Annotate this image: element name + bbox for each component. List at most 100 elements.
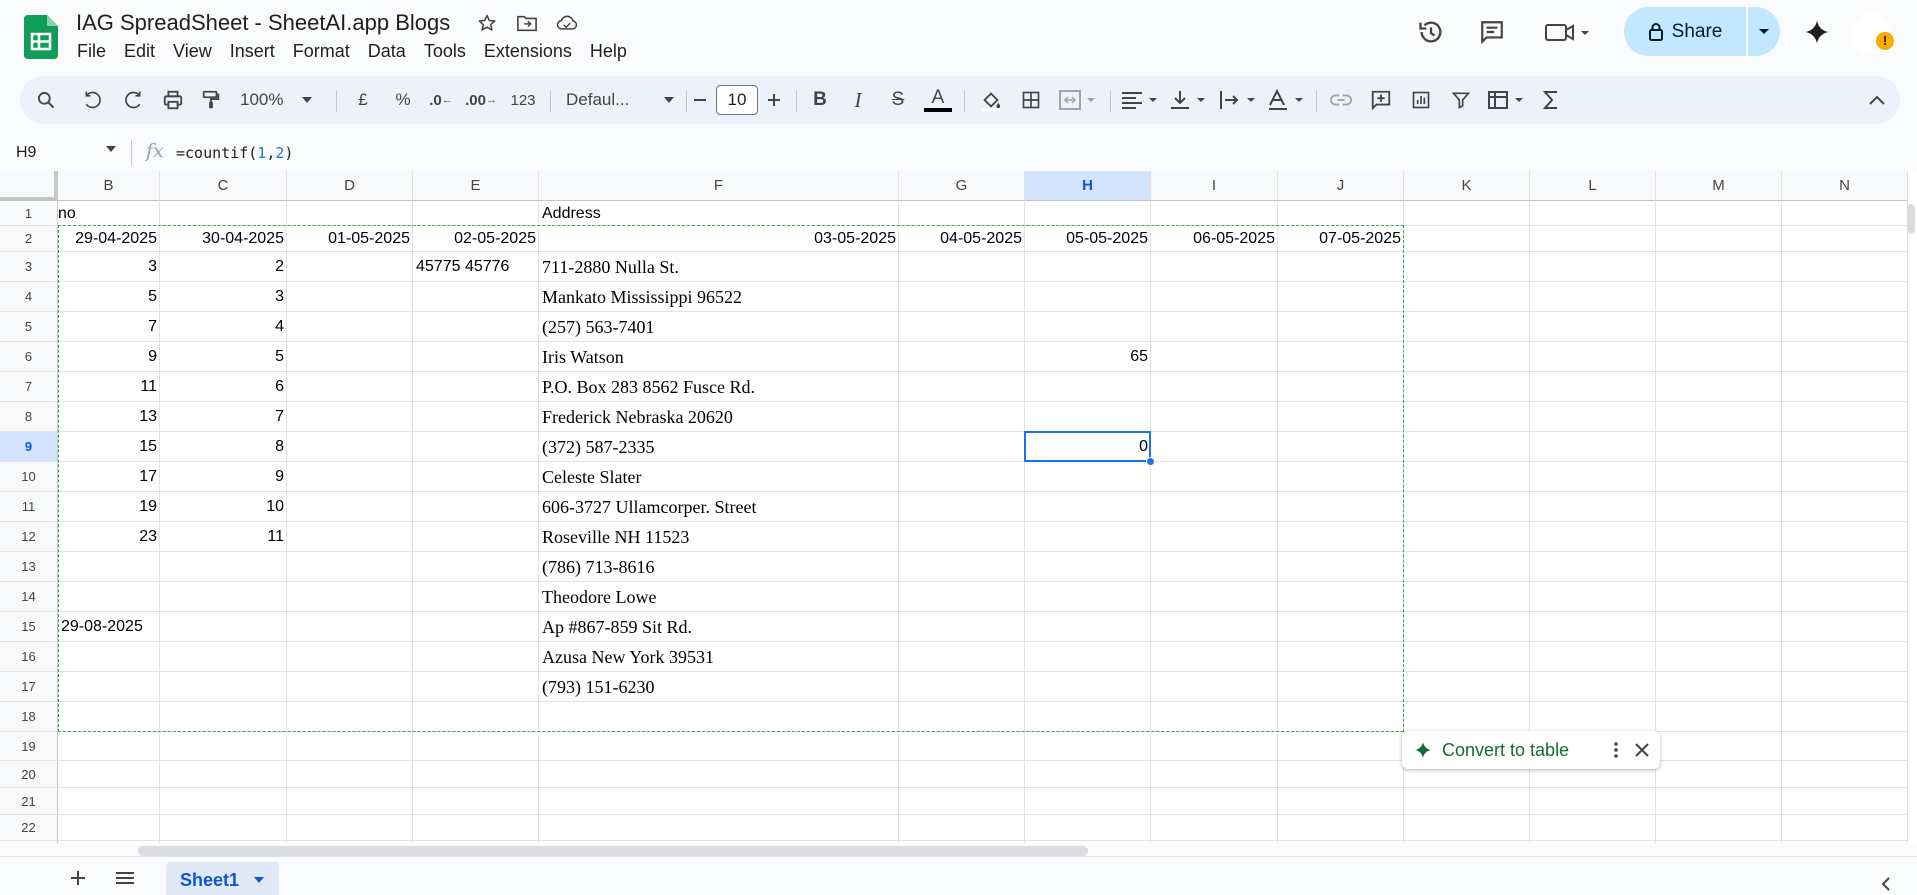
sheets-logo-icon[interactable] <box>24 15 58 59</box>
menu-help[interactable]: Help <box>581 40 636 62</box>
zoom-select[interactable]: 100% <box>240 76 312 124</box>
text-wrapping-icon[interactable] <box>1216 76 1260 124</box>
decrease-font-size-icon[interactable] <box>686 76 714 124</box>
column-header-n[interactable]: N <box>1782 171 1908 201</box>
all-sheets-icon[interactable] <box>112 866 138 890</box>
search-menus-icon[interactable] <box>30 76 62 124</box>
more-options-icon[interactable] <box>1606 731 1626 769</box>
cell-b1[interactable]: no <box>58 201 160 226</box>
row-header-2[interactable]: 2 <box>0 226 58 252</box>
row-header-18[interactable]: 18 <box>0 702 58 732</box>
merge-cells-icon[interactable] <box>1056 76 1100 124</box>
row-header-21[interactable]: 21 <box>0 788 58 815</box>
menu-insert[interactable]: Insert <box>221 40 284 62</box>
font-family-select[interactable]: Defaul... <box>560 76 680 124</box>
filter-icon[interactable] <box>1446 76 1476 124</box>
row-header-13[interactable]: 13 <box>0 552 58 582</box>
increase-decimal-button[interactable]: .00 → <box>464 76 498 124</box>
row-header-9[interactable]: 9 <box>0 432 58 462</box>
active-cell-selection[interactable] <box>1024 431 1151 462</box>
fill-handle[interactable] <box>1146 457 1155 466</box>
more-formats-button[interactable]: 123 <box>506 76 540 124</box>
row-header-5[interactable]: 5 <box>0 312 58 342</box>
column-header-b[interactable]: B <box>58 171 160 201</box>
column-header-e[interactable]: E <box>413 171 539 201</box>
italic-button[interactable]: I <box>844 76 872 124</box>
text-color-button[interactable]: A <box>922 76 954 124</box>
cell-f1[interactable]: Address <box>539 201 899 226</box>
text-rotation-icon[interactable] <box>1264 76 1308 124</box>
row-header-10[interactable]: 10 <box>0 462 58 492</box>
filter-views-icon[interactable] <box>1484 76 1528 124</box>
row-header-23[interactable]: 23 <box>0 841 58 843</box>
vertical-scrollbar[interactable] <box>1907 204 1915 234</box>
star-icon[interactable] <box>476 12 498 34</box>
column-header-j[interactable]: J <box>1278 171 1404 201</box>
fill-color-icon[interactable] <box>976 76 1006 124</box>
row-header-17[interactable]: 17 <box>0 672 58 702</box>
cloud-saved-icon[interactable] <box>556 12 578 34</box>
insert-chart-icon[interactable] <box>1406 76 1436 124</box>
paint-format-icon[interactable] <box>196 76 226 124</box>
column-header-g[interactable]: G <box>899 171 1025 201</box>
row-header-3[interactable]: 3 <box>0 252 58 282</box>
print-icon[interactable] <box>158 76 188 124</box>
row-header-8[interactable]: 8 <box>0 402 58 432</box>
undo-icon[interactable] <box>78 76 108 124</box>
bold-button[interactable]: B <box>806 76 834 124</box>
row-header-11[interactable]: 11 <box>0 492 58 522</box>
row-header-20[interactable]: 20 <box>0 761 58 788</box>
decrease-decimal-button[interactable]: .0 ← <box>426 76 456 124</box>
column-header-m[interactable]: M <box>1656 171 1782 201</box>
insert-link-icon[interactable] <box>1326 76 1356 124</box>
menu-format[interactable]: Format <box>284 40 359 62</box>
row-header-16[interactable]: 16 <box>0 642 58 672</box>
format-percent-button[interactable]: % <box>390 76 416 124</box>
row-header-6[interactable]: 6 <box>0 342 58 372</box>
row-header-4[interactable]: 4 <box>0 282 58 312</box>
name-box-caret-icon[interactable] <box>106 146 116 152</box>
add-sheet-icon[interactable] <box>66 866 90 890</box>
horizontal-align-icon[interactable] <box>1118 76 1162 124</box>
redo-icon[interactable] <box>118 76 148 124</box>
sheet-tab-sheet1[interactable]: Sheet1 <box>166 862 279 895</box>
close-icon[interactable] <box>1630 731 1654 769</box>
column-header-i[interactable]: I <box>1151 171 1278 201</box>
column-header-h[interactable]: H <box>1025 171 1151 201</box>
row-header-12[interactable]: 12 <box>0 522 58 552</box>
row-header-14[interactable]: 14 <box>0 582 58 612</box>
move-folder-icon[interactable] <box>516 12 538 34</box>
menu-file[interactable]: File <box>68 40 115 62</box>
strikethrough-button[interactable]: S <box>884 76 912 124</box>
row-header-19[interactable]: 19 <box>0 732 58 761</box>
increase-font-size-icon[interactable] <box>760 76 788 124</box>
menu-tools[interactable]: Tools <box>415 40 475 62</box>
functions-sigma-icon[interactable] <box>1536 76 1566 124</box>
column-header-f[interactable]: F <box>539 171 899 201</box>
row-header-15[interactable]: 15 <box>0 612 58 642</box>
meet-video-icon[interactable] <box>1540 12 1596 52</box>
borders-icon[interactable] <box>1016 76 1046 124</box>
version-history-icon[interactable] <box>1411 12 1451 52</box>
menu-extensions[interactable]: Extensions <box>475 40 581 62</box>
collapse-menus-icon[interactable] <box>1862 76 1892 124</box>
row-header-7[interactable]: 7 <box>0 372 58 402</box>
menu-edit[interactable]: Edit <box>115 40 164 62</box>
vertical-align-icon[interactable] <box>1166 76 1210 124</box>
select-all-corner[interactable] <box>0 171 58 201</box>
column-header-l[interactable]: L <box>1530 171 1656 201</box>
row-header-22[interactable]: 22 <box>0 815 58 841</box>
font-size-input[interactable]: 10 <box>716 85 758 115</box>
gemini-sparkle-icon[interactable] <box>1797 12 1837 52</box>
share-dropdown-button[interactable] <box>1748 7 1780 56</box>
insert-comment-icon[interactable] <box>1366 76 1396 124</box>
row-header-1[interactable]: 1 <box>0 201 58 226</box>
share-button[interactable]: Share <box>1624 7 1746 56</box>
collapse-panel-icon[interactable] <box>1876 874 1896 894</box>
comments-icon[interactable] <box>1472 12 1512 52</box>
format-currency-button[interactable]: £ <box>350 76 376 124</box>
column-header-k[interactable]: K <box>1404 171 1530 201</box>
warning-badge-icon[interactable]: ! <box>1876 32 1894 50</box>
name-box[interactable]: H9 <box>16 144 36 162</box>
menu-data[interactable]: Data <box>359 40 415 62</box>
